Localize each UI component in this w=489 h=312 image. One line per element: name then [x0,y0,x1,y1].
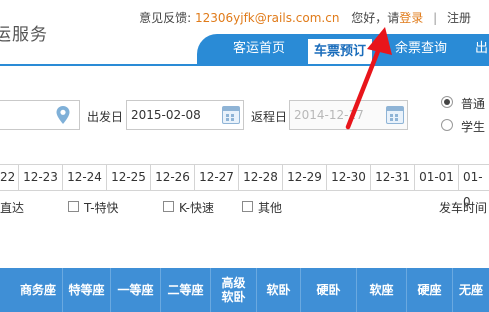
register-link[interactable]: 注册 [447,11,471,25]
calendar-icon[interactable] [222,106,240,124]
date-tab[interactable]: 01-0 [459,165,489,209]
train-type-filters: 直达 T-特快 K-快速 其他 发车时间 [0,191,489,221]
nav-item-more[interactable]: 出 [475,34,488,64]
return-date-value: 2014-12-17 [294,108,364,122]
main-nav: 客运首页 车票预订 余票查询 出 [197,34,489,64]
ticket-type-normal-label: 普通 [461,97,486,111]
return-date-label: 返程日 [251,110,288,124]
filter-t-express-label: T-特快 [84,201,119,215]
filter-k-fast-checkbox[interactable] [163,201,174,212]
date-tab[interactable]: 12-30 [327,165,371,190]
filter-k-fast-label: K-快速 [179,201,214,215]
filter-t-express-checkbox[interactable] [68,201,79,212]
date-tab[interactable]: 01-01 [415,165,459,190]
feedback-label: 意见反馈: [139,11,192,25]
date-tabs: 22 12-23 12-24 12-25 12-26 12-27 12-28 1… [0,164,489,209]
ticket-type-normal-radio[interactable] [441,96,453,108]
calendar-icon[interactable] [386,106,404,124]
results-table-header: 商务座 特等座 一等座 二等座 高级软卧 软卧 硬卧 软座 硬座 无座 [0,268,489,312]
nav-item-home[interactable]: 客运首页 [233,34,285,64]
column-header[interactable]: 软座 [356,268,406,312]
column-header[interactable]: 软卧 [256,268,300,312]
column-header[interactable]: 硬座 [406,268,452,312]
greeting-text: 您好，请 [351,11,400,25]
date-tab[interactable]: 12-23 [19,165,63,190]
column-header[interactable]: 硬卧 [300,268,356,312]
date-tab[interactable]: 12-28 [239,165,283,190]
filter-other-checkbox[interactable] [242,201,253,212]
nav-item-remaining-tickets[interactable]: 余票查询 [395,34,447,64]
ticket-type-student-radio[interactable] [441,119,453,131]
date-tab[interactable]: 22 [0,165,19,190]
column-header[interactable]: 特等座 [62,268,110,312]
column-header[interactable]: 高级软卧 [210,268,256,312]
top-bar: 意见反馈: 12306yjfk@rails.com.cn 您好，请登录 | 注册 [139,9,471,26]
date-tab[interactable]: 12-27 [195,165,239,190]
date-tab[interactable]: 12-29 [283,165,327,190]
nav-item-ticket-booking[interactable]: 车票预订 [308,39,373,64]
date-tab[interactable]: 12-24 [63,165,107,190]
filter-other-label: 其他 [258,201,283,215]
date-tab[interactable]: 12-31 [371,165,415,190]
nav-underline [0,64,489,66]
depart-time-sort[interactable]: 发车时间 [439,199,487,216]
column-header[interactable]: 无座 [452,268,489,312]
filter-direct-label[interactable]: 直达 [0,199,24,216]
date-tab[interactable]: 12-26 [151,165,195,190]
return-date-input[interactable]: 2014-12-17 [289,100,408,130]
depart-date-label: 出发日 [87,110,124,124]
depart-date-input[interactable]: 2015-02-08 [126,100,244,130]
from-station-input[interactable] [0,100,80,130]
feedback-email-link[interactable]: 12306yjfk@rails.com.cn [195,11,339,25]
site-title: 运服务 [0,25,48,45]
date-tab[interactable]: 12-25 [107,165,151,190]
column-header[interactable]: 商务座 [14,268,62,312]
ticket-type-student-label: 学生 [461,120,486,134]
column-header[interactable]: 二等座 [160,268,210,312]
column-header[interactable]: 一等座 [110,268,160,312]
search-panel: 出发日 2015-02-08 返程日 2014-12-17 普通 学生 [0,82,489,152]
topbar-separator: | [433,11,438,25]
depart-date-value: 2015-02-08 [131,108,201,122]
login-link[interactable]: 登录 [399,11,423,25]
location-pin-icon[interactable] [56,106,70,124]
